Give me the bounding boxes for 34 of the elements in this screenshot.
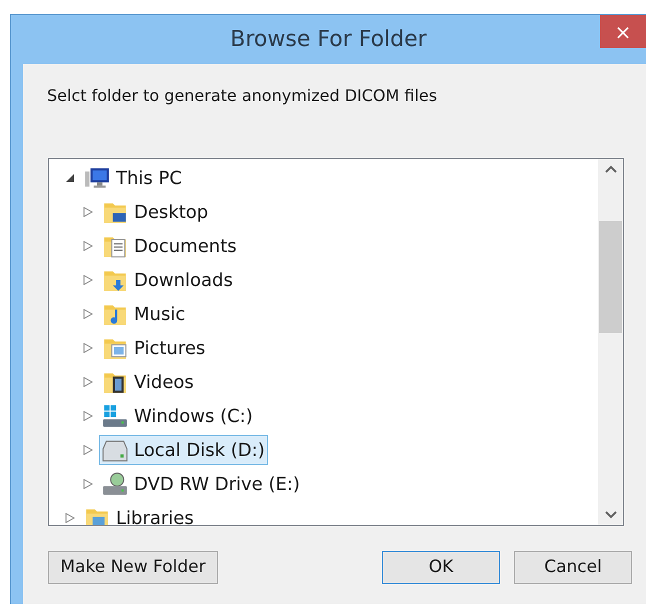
dialog-button[interactable]: Make New Folder: [48, 551, 218, 584]
scroll-thumb[interactable]: [599, 221, 622, 333]
tree-item[interactable]: Libraries: [81, 503, 197, 525]
expand-arrow-icon[interactable]: [83, 377, 93, 387]
expand-arrow-icon[interactable]: [83, 479, 93, 489]
tree-item[interactable]: Desktop: [99, 197, 212, 227]
scroll-up-icon[interactable]: [604, 165, 616, 173]
dvd-drive-icon: [102, 471, 128, 497]
scroll-bar[interactable]: [598, 159, 623, 525]
expand-arrow-icon[interactable]: [83, 275, 93, 285]
window-title: Browse For Folder: [230, 26, 427, 54]
prompt-text: Selct folder to generate anonymized DICOM files: [47, 86, 438, 105]
tree-item[interactable]: Downloads: [99, 265, 236, 295]
expand-arrow-icon[interactable]: [83, 309, 93, 319]
close-button[interactable]: ×: [600, 15, 646, 48]
expand-arrow-icon[interactable]: [83, 445, 93, 455]
expand-arrow-icon[interactable]: [83, 343, 93, 353]
dialog-button[interactable]: Cancel: [514, 551, 632, 584]
tree-item[interactable]: Windows (C:): [99, 401, 256, 431]
expand-arrow-icon[interactable]: [83, 207, 93, 217]
expand-arrow-icon[interactable]: [83, 411, 93, 421]
dialog-button[interactable]: OK: [382, 551, 500, 584]
expand-arrow-icon[interactable]: [65, 513, 75, 523]
tree-item[interactable]: Documents: [99, 231, 240, 261]
tree-item[interactable]: Videos: [99, 367, 197, 397]
tree-item[interactable]: Local Disk (D:): [99, 435, 268, 465]
collapse-arrow-icon[interactable]: [65, 173, 75, 183]
tree-item[interactable]: This PC: [81, 163, 185, 193]
tree-item[interactable]: DVD RW Drive (E:): [99, 469, 303, 499]
tree-item[interactable]: Pictures: [99, 333, 208, 363]
expand-arrow-icon[interactable]: [83, 241, 93, 251]
scroll-down-icon[interactable]: [604, 511, 616, 519]
tree-item[interactable]: Music: [99, 299, 188, 329]
drive-icon: [102, 403, 128, 429]
